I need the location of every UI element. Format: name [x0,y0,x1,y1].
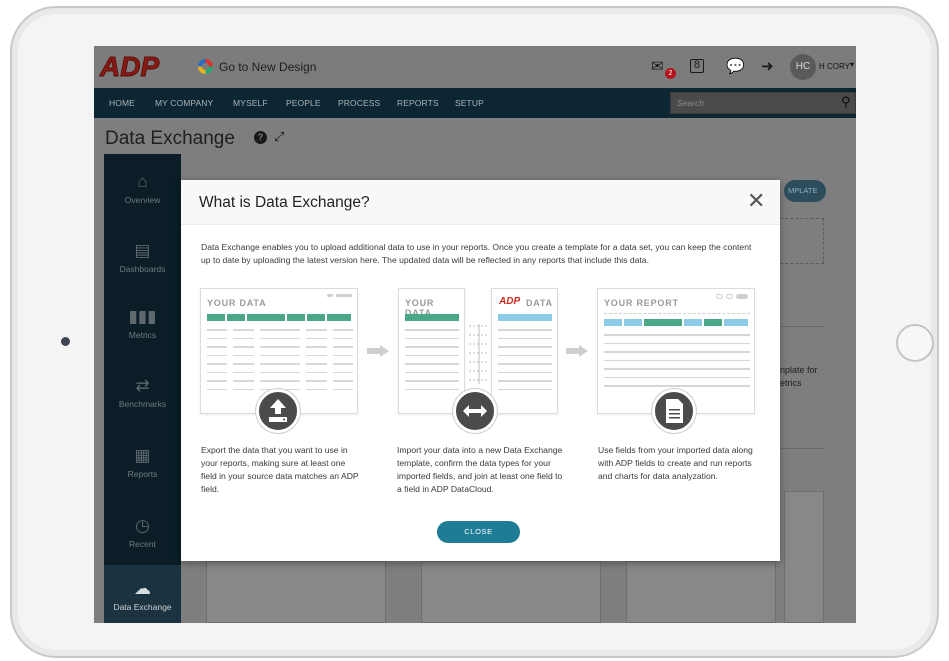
nav-item-setup[interactable]: SETUP [455,98,484,108]
upload-icon [256,389,300,433]
chevron-down-icon[interactable]: ▾ [850,60,854,69]
nav-item-process[interactable]: PROCESS [338,98,380,108]
mail-badge: 2 [665,68,676,79]
logout-icon[interactable]: ➜ [761,58,774,76]
table-header [405,314,459,321]
new-design-link[interactable]: Go to New Design [198,59,316,74]
background-card [626,561,776,623]
search-input[interactable]: Search [670,92,856,114]
background-text-line: nplate for [780,365,818,375]
adp-brand-label: ADP [499,296,521,307]
table-rows [207,329,353,397]
adp-data-card: ADP DATA [491,288,558,414]
step-arrow-icon [566,345,588,357]
close-icon[interactable]: ✕ [747,189,765,213]
calendar-icon[interactable]: 8 [690,59,704,73]
calendar-day: 8 [693,59,701,71]
page-title: Data Exchange [105,128,235,149]
card-label: YOUR DATA [207,298,267,308]
expand-icon[interactable]: ⤢ [274,129,284,145]
step-2-text: Import your data into a new Data Exchang… [397,445,563,494]
create-template-button[interactable]: MPLATE [784,180,826,202]
avatar[interactable]: HC [790,54,816,80]
nav-item-people[interactable]: PEOPLE [286,98,321,108]
sidebar-item-label: Data Exchange [113,602,172,612]
sidebar-item-data-exchange[interactable]: ☁ Data Exchange [104,565,181,623]
sidebar-item-metrics[interactable]: ▮▮▮ Metrics [104,307,181,340]
step-1-text: Export the data that you want to use in … [201,445,359,494]
upload-drop-zone[interactable] [780,218,824,264]
mail-icon[interactable]: ✉ [651,58,664,76]
exchange-arrows-icon [453,389,497,433]
home-icon: ⌂ [137,172,148,191]
nav-item-my-company[interactable]: MY COMPANY [155,98,213,108]
app-screen: ADP Go to New Design ✉ 2 8 💬 ➜ HC H CORY… [94,46,856,623]
nav-item-myself[interactable]: MYSELF [233,98,268,108]
user-name[interactable]: H CORY [819,62,850,71]
report-icon: ▦ [134,446,151,465]
clock-icon: ◷ [135,516,150,535]
background-card [784,491,824,623]
sidebar-item-benchmarks[interactable]: ⇄ Benchmarks [104,376,181,409]
search-icon[interactable]: ⚲ [841,94,851,110]
camera-icon [61,337,70,346]
sidebar-item-label: Overview [124,195,161,205]
table-rows [604,334,750,394]
sidebar-item-overview[interactable]: ⌂ Overview [104,172,181,205]
adp-logo[interactable]: ADP [98,50,164,83]
background-card [206,561,386,623]
cloud-upload-icon: ☁ [134,579,151,598]
chat-icon[interactable]: 💬 [726,58,745,76]
new-design-icon [198,59,213,74]
card-dots [327,294,333,297]
card-label: DATA [526,298,553,308]
document-icon [652,389,696,433]
background-card [421,561,601,623]
table-rows [498,329,552,397]
what-is-data-exchange-modal: What is Data Exchange? ✕ Data Exchange e… [181,180,780,561]
step-3-text: Use fields from your imported data along… [598,445,753,481]
modal-description: Data Exchange enables you to upload addi… [201,242,752,265]
nav-item-home[interactable]: HOME [109,98,135,108]
sidebar-item-label: Metrics [128,330,157,340]
sidebar-item-label: Benchmarks [118,399,167,409]
dashboard-icon: ▤ [134,241,151,260]
divider [780,326,824,327]
table-rows [405,329,459,397]
table-header [498,314,552,321]
close-button[interactable]: CLOSE [437,521,520,543]
sidebar-item-label: Reports [127,469,158,479]
home-button[interactable] [896,324,934,362]
join-lines [469,324,489,384]
sidebar: ⌂ Overview ▤ Dashboards ▮▮▮ Metrics ⇄ Be… [104,154,181,623]
nav-item-reports[interactable]: REPORTS [397,98,439,108]
sidebar-item-label: Recent [129,539,156,549]
card-dots [336,294,352,297]
sidebar-item-recent[interactable]: ◷ Recent [104,516,181,549]
help-icon[interactable]: ? [254,131,267,144]
modal-title: What is Data Exchange? [199,194,370,211]
new-design-label: Go to New Design [219,59,317,74]
your-data-card: YOUR DATA [398,288,465,414]
background-text-line: etrics [780,378,802,388]
step-arrow-icon [367,345,389,357]
table-header [604,319,750,326]
card-label: YOUR REPORT [604,298,679,308]
sidebar-item-label: Dashboards [119,264,166,274]
sidebar-item-dashboards[interactable]: ▤ Dashboards [104,241,181,274]
table-header [207,314,353,321]
svg-text:ADP: ADP [99,51,159,82]
benchmark-icon: ⇄ [135,376,150,395]
bar-chart-icon: ▮▮▮ [128,307,157,326]
divider [780,448,824,449]
background-text: nplate for etrics [780,364,818,390]
sidebar-item-reports[interactable]: ▦ Reports [104,446,181,479]
top-bar: ADP Go to New Design ✉ 2 8 💬 ➜ HC H CORY… [94,46,856,88]
modal-header: What is Data Exchange? ✕ [181,180,780,225]
